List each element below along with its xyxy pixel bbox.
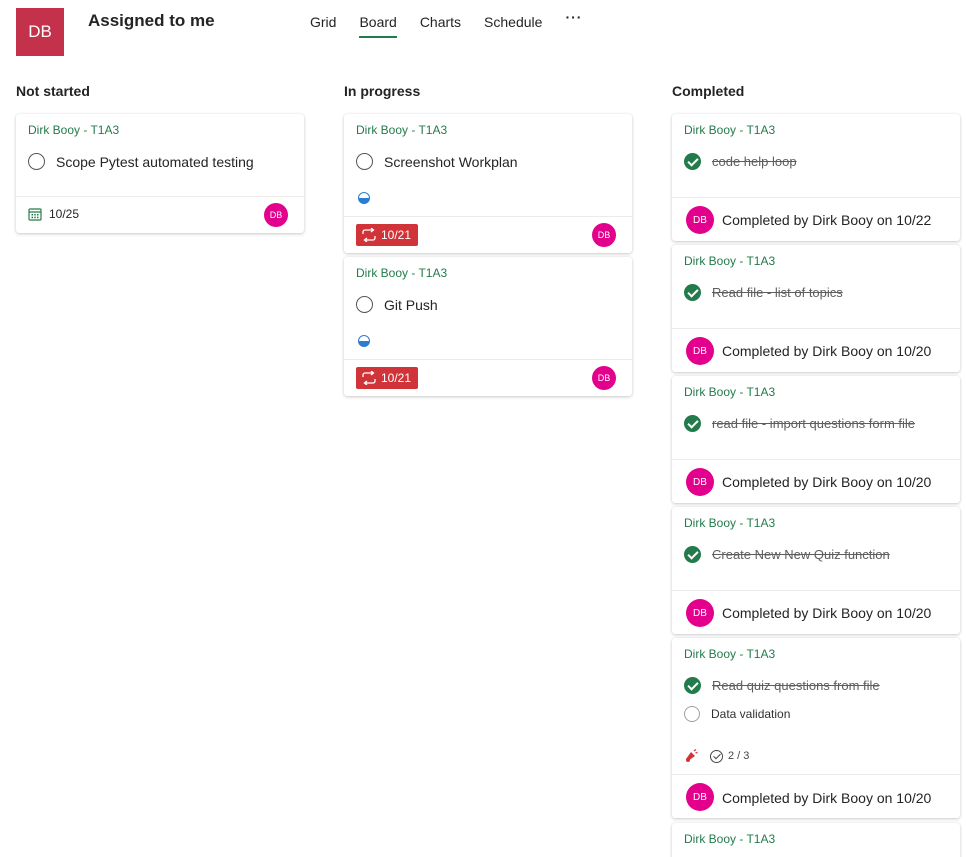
subtask-checkbox[interactable] [684,706,700,722]
complete-task-checkbox[interactable] [356,153,373,170]
tab-board[interactable]: Board [359,14,398,38]
due-date-text: 10/21 [381,228,412,242]
completed-check-icon[interactable] [684,153,701,170]
assignee-avatar[interactable]: DB [686,468,714,496]
repeat-icon [362,228,376,242]
checklist-count: 2 / 3 [728,750,750,762]
divider [344,359,632,360]
completed-by-text: Completed by Dirk Booy on 10/20 [722,790,932,806]
calendar-icon [28,208,42,221]
completed-check-icon[interactable] [684,677,701,694]
subtask-title: Data validation [711,707,791,721]
overdue-badge: 10/21 [356,224,419,246]
due-date-text: 10/21 [381,371,412,385]
assignee-avatar[interactable]: DB [592,223,616,247]
column-title-in-progress: In progress [344,83,421,99]
completed-check-icon[interactable] [684,415,701,432]
bucket-label: Dirk Booy - T1A3 [684,647,776,661]
repeat-icon [362,371,376,385]
checklist-icon [710,749,723,763]
task-title: code help loop [712,154,797,169]
column-title-completed: Completed [672,83,745,99]
tab-grid[interactable]: Grid [310,14,336,38]
task-title: Create New New Quiz function [712,547,890,562]
divider [672,197,960,198]
assignee-avatar[interactable]: DB [686,206,714,234]
bucket-label: Dirk Booy - T1A3 [684,254,776,268]
task-meta: 2 / 3 [684,749,749,763]
divider [672,328,960,329]
completed-by-text: Completed by Dirk Booy on 10/20 [722,605,932,621]
due-date-text: 10/25 [49,207,80,221]
more-options-icon[interactable]: ··· [565,9,582,25]
page-title: Assigned to me [88,11,215,30]
task-title: Scope Pytest automated testing [56,153,254,170]
task-card[interactable]: Dirk Booy - T1A3 code help loop DB Compl… [672,114,960,241]
divider [672,774,960,775]
bucket-label: Dirk Booy - T1A3 [28,123,120,137]
bucket-label: Dirk Booy - T1A3 [684,385,776,399]
half-circle-icon [358,335,370,347]
tab-charts[interactable]: Charts [420,14,461,38]
completed-by-text: Completed by Dirk Booy on 10/20 [722,474,932,490]
completed-check-icon[interactable] [684,284,701,301]
column-title-not-started: Not started [16,83,90,99]
task-card[interactable]: Dirk Booy - T1A3 Scope Pytest automated … [16,114,304,233]
task-card[interactable]: Dirk Booy - T1A3 Git Push 10/21 DB [344,257,632,396]
bucket-label: Dirk Booy - T1A3 [684,516,776,530]
assignee-avatar[interactable]: DB [686,783,714,811]
half-circle-icon [358,192,370,204]
divider [672,459,960,460]
divider [16,196,304,197]
task-title: Read file - list of topics [712,285,843,300]
task-title: Screenshot Workplan [384,153,518,170]
completed-by-text: Completed by Dirk Booy on 10/22 [722,212,932,228]
assignee-avatar[interactable]: DB [686,599,714,627]
assignee-avatar[interactable]: DB [686,337,714,365]
due-date: 10/25 [28,207,79,221]
task-card[interactable]: Dirk Booy - T1A3 [672,823,960,857]
task-title: read file - import questions form file [712,416,916,431]
complete-task-checkbox[interactable] [356,296,373,313]
completed-check-icon[interactable] [684,546,701,563]
task-card[interactable]: Dirk Booy - T1A3 Screenshot Workplan 10/… [344,114,632,253]
task-card[interactable]: Dirk Booy - T1A3 Read file - list of top… [672,245,960,372]
task-title: Git Push [384,296,438,313]
bucket-label: Dirk Booy - T1A3 [356,266,448,280]
divider [672,590,960,591]
bucket-label: Dirk Booy - T1A3 [684,123,776,137]
overdue-badge: 10/21 [356,367,419,389]
task-card[interactable]: Dirk Booy - T1A3 read file - import ques… [672,376,960,503]
task-card[interactable]: Dirk Booy - T1A3 Read quiz questions fro… [672,638,960,818]
bucket-label: Dirk Booy - T1A3 [356,123,448,137]
bucket-label: Dirk Booy - T1A3 [684,832,776,846]
urgent-icon [686,749,698,762]
plan-avatar: DB [16,8,64,56]
tab-schedule[interactable]: Schedule [484,14,542,38]
assignee-avatar[interactable]: DB [264,203,288,227]
task-title: Read quiz questions from file [712,678,880,693]
divider [344,216,632,217]
completed-by-text: Completed by Dirk Booy on 10/20 [722,343,932,359]
complete-task-checkbox[interactable] [28,153,45,170]
assignee-avatar[interactable]: DB [592,366,616,390]
view-tabs: Grid Board Charts Schedule ··· [310,9,582,38]
task-card[interactable]: Dirk Booy - T1A3 Create New New Quiz fun… [672,507,960,634]
